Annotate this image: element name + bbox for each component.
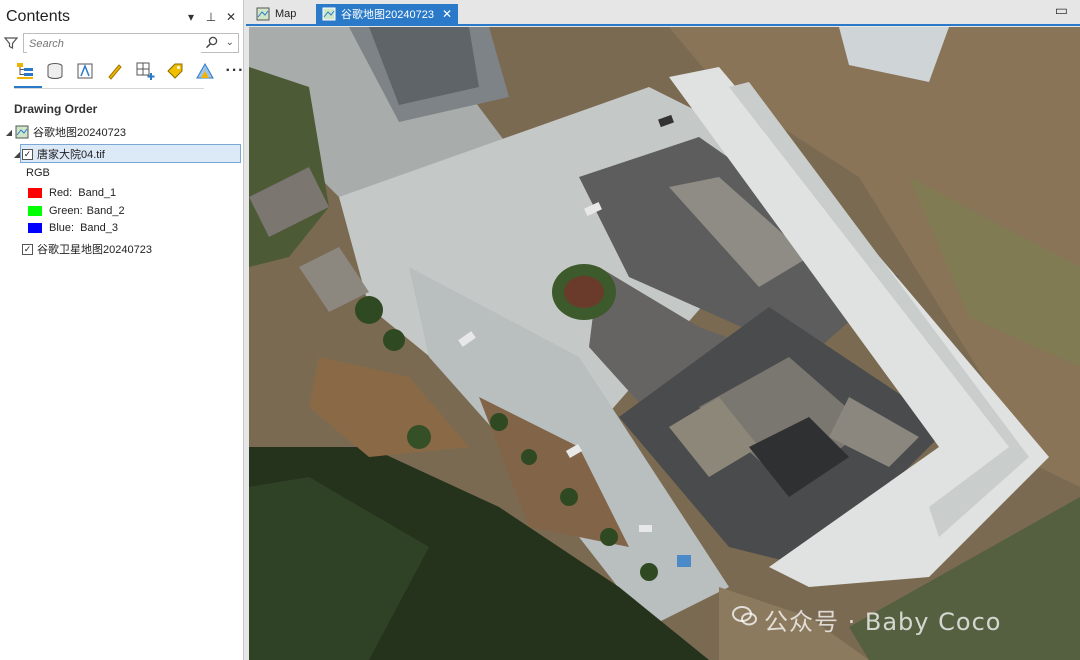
expand-triangle-icon[interactable]: ◢ <box>12 150 22 159</box>
search-input[interactable] <box>27 35 201 53</box>
chevron-down-icon[interactable]: ⌄ <box>226 37 234 48</box>
map-tree-item[interactable]: ◢ 谷歌地图20240723 <box>4 123 126 141</box>
layer-tree-item[interactable]: ◢ ✓ 唐家大院04.tif <box>12 145 105 163</box>
map-icon <box>322 7 336 21</box>
tab-map[interactable]: Map <box>250 4 302 24</box>
band-value: Band_3 <box>80 222 119 234</box>
pin-icon[interactable]: ⊥ <box>205 10 217 24</box>
list-by-drawing-order-icon[interactable] <box>14 60 36 82</box>
band-label: Blue: <box>49 222 75 234</box>
list-by-editing-icon[interactable] <box>104 60 126 82</box>
expand-triangle-icon[interactable]: ◢ <box>4 128 14 137</box>
band-green-item[interactable]: Green: Band_2 <box>28 202 125 220</box>
list-by-snapping-icon[interactable] <box>134 60 156 82</box>
toolbar-divider <box>14 88 204 89</box>
close-icon[interactable]: ✕ <box>225 10 237 24</box>
maximize-icon[interactable]: ▭ <box>1055 2 1068 19</box>
search-icon[interactable] <box>205 36 218 49</box>
pane-title: Contents <box>6 8 71 25</box>
basemap-tree-item[interactable]: ✓ 谷歌卫星地图20240723 <box>22 240 152 258</box>
pane-options-icon[interactable]: ▾ <box>185 10 197 24</box>
red-swatch[interactable] <box>28 188 42 198</box>
list-by-selection-icon[interactable] <box>74 60 96 82</box>
layer-name-label: 唐家大院04.tif <box>37 149 105 161</box>
blue-swatch[interactable] <box>28 223 42 233</box>
search-box[interactable]: ⌄ <box>23 33 239 53</box>
band-label: Green: <box>49 205 83 217</box>
contents-pane: Contents ▾ ⊥ ✕ ⌄ <box>0 0 244 660</box>
drawing-order-heading: Drawing Order <box>14 102 98 116</box>
wechat-icon <box>732 606 757 626</box>
rgb-label: RGB <box>26 167 50 179</box>
band-red-item[interactable]: Red: Band_1 <box>28 184 116 202</box>
band-blue-item[interactable]: Blue: Band_3 <box>28 219 118 237</box>
map-view[interactable] <box>249 27 1080 660</box>
rgb-label-row: RGB <box>26 164 50 182</box>
basemap-name-label: 谷歌卫星地图20240723 <box>37 244 152 256</box>
tab-label: 谷歌地图20240723 <box>341 9 434 21</box>
satellite-imagery <box>249 27 1080 660</box>
band-value: Band_2 <box>86 205 125 217</box>
band-label: Red: <box>49 187 73 199</box>
view-tabs: Map 谷歌地图20240723 ✕ ▭ <box>246 0 1080 26</box>
map-icon <box>256 7 270 21</box>
contents-toolbar: ··· <box>14 60 246 82</box>
pane-controls: ▾ ⊥ ✕ <box>185 10 237 24</box>
close-tab-icon[interactable]: ✕ <box>442 7 452 21</box>
green-swatch[interactable] <box>28 206 42 216</box>
list-by-labeling-icon[interactable] <box>164 60 186 82</box>
map-name-label: 谷歌地图20240723 <box>33 127 126 139</box>
basemap-visibility-checkbox[interactable]: ✓ <box>22 243 33 255</box>
tab-label: Map <box>275 8 297 20</box>
more-options-icon[interactable]: ··· <box>224 60 246 82</box>
list-by-perspective-icon[interactable] <box>194 60 216 82</box>
list-by-data-source-icon[interactable] <box>44 60 66 82</box>
map-icon <box>15 125 29 139</box>
watermark-text: 公众号 · Baby Coco <box>764 608 1002 636</box>
band-value: Band_1 <box>78 187 117 199</box>
tab-google-map[interactable]: 谷歌地图20240723 ✕ <box>316 4 459 24</box>
filter-icon[interactable] <box>4 36 18 50</box>
layer-visibility-checkbox[interactable]: ✓ <box>22 148 33 160</box>
